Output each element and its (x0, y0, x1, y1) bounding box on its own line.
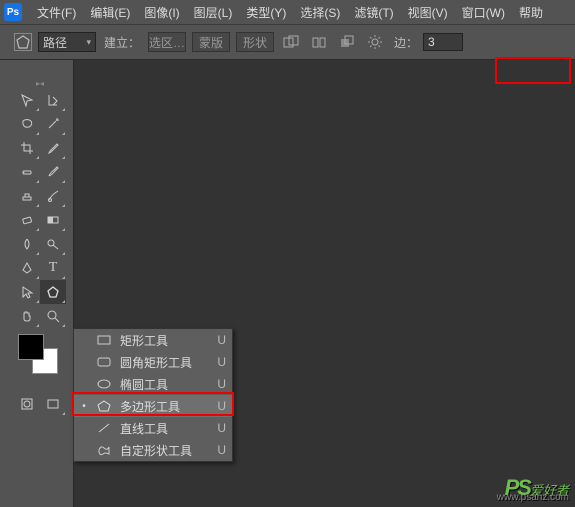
make-shape-button[interactable]: 形状 (236, 32, 274, 52)
flyout-label: 圆角矩形工具 (120, 354, 209, 371)
build-label: 建立： (104, 34, 140, 51)
tool-eraser[interactable] (14, 208, 40, 232)
tool-hand[interactable] (14, 304, 40, 328)
tool-type[interactable]: T (40, 256, 66, 280)
tool-screenmode[interactable] (40, 392, 66, 416)
flyout-item-roundrect[interactable]: 圆角矩形工具 U (74, 351, 232, 373)
flyout-shortcut: U (217, 399, 226, 413)
shape-tool-flyout: 矩形工具 U 圆角矩形工具 U 椭圆工具 U • 多边形工具 U 直线工具 U (73, 328, 233, 462)
color-swatches[interactable] (18, 334, 58, 374)
tool-pen[interactable] (14, 256, 40, 280)
flyout-shortcut: U (217, 443, 226, 457)
tool-magic-wand[interactable] (40, 112, 66, 136)
gear-icon[interactable] (364, 31, 386, 53)
flyout-label: 矩形工具 (120, 332, 209, 349)
flyout-shortcut: U (217, 333, 226, 347)
flyout-shortcut: U (217, 421, 226, 435)
path-align-icon[interactable] (308, 31, 330, 53)
tool-healing-brush[interactable] (14, 160, 40, 184)
tool-clone-stamp[interactable] (14, 184, 40, 208)
menu-edit[interactable]: 编辑(E) (83, 4, 137, 21)
tool-lasso[interactable] (14, 112, 40, 136)
tool-quickmask[interactable] (14, 392, 40, 416)
app-logo: Ps (4, 3, 22, 21)
flyout-shortcut: U (217, 355, 226, 369)
tool-zoom[interactable] (40, 304, 66, 328)
polygon-icon (96, 399, 112, 413)
flyout-shortcut: U (217, 377, 226, 391)
ellipse-icon (96, 377, 112, 391)
tool-dodge[interactable] (40, 232, 66, 256)
menu-filter[interactable]: 滤镜(T) (347, 4, 400, 21)
tool-mode-dropdown[interactable]: 路径 ▾ (38, 32, 96, 52)
tool-history-brush[interactable] (40, 184, 66, 208)
line-icon (96, 421, 112, 435)
make-selection-button[interactable]: 选区… (148, 32, 186, 52)
foreground-color[interactable] (18, 334, 44, 360)
sides-input[interactable] (423, 33, 463, 51)
options-bar: 路径 ▾ 建立： 选区… 蒙版 形状 边： (0, 24, 575, 60)
tool-move[interactable] (14, 88, 40, 112)
sides-label: 边： (394, 34, 418, 51)
menubar: Ps 文件(F) 编辑(E) 图像(I) 图层(L) 类型(Y) 选择(S) 滤… (0, 0, 575, 24)
tool-crop[interactable] (14, 136, 40, 160)
tool-shape[interactable] (40, 280, 66, 304)
menu-type[interactable]: 类型(Y) (239, 4, 293, 21)
menu-select[interactable]: 选择(S) (293, 4, 347, 21)
flyout-label: 多边形工具 (120, 398, 209, 415)
make-mask-button[interactable]: 蒙版 (192, 32, 230, 52)
watermark-url: www.psahz.com (497, 492, 569, 503)
tool-mode-value: 路径 (43, 34, 67, 51)
toolbox-grip[interactable]: ▸◂ (14, 78, 66, 88)
rectangle-icon (96, 333, 112, 347)
tool-brush[interactable] (40, 160, 66, 184)
flyout-item-line[interactable]: 直线工具 U (74, 417, 232, 439)
tool-eyedropper[interactable] (40, 136, 66, 160)
path-arrange-icon[interactable] (336, 31, 358, 53)
watermark: PS爱好者 www.psahz.com (505, 475, 569, 501)
tool-blur[interactable] (14, 232, 40, 256)
rounded-rectangle-icon (96, 355, 112, 369)
flyout-item-rectangle[interactable]: 矩形工具 U (74, 329, 232, 351)
custom-shape-icon (96, 443, 112, 457)
flyout-label: 自定形状工具 (120, 442, 209, 459)
tool-artboard[interactable] (40, 88, 66, 112)
flyout-label: 椭圆工具 (120, 376, 209, 393)
menu-file[interactable]: 文件(F) (30, 4, 83, 21)
menu-view[interactable]: 视图(V) (401, 4, 455, 21)
tool-gradient[interactable] (40, 208, 66, 232)
menu-window[interactable]: 窗口(W) (455, 4, 512, 21)
toolbox: ▸◂ T (14, 78, 66, 416)
menu-help[interactable]: 帮助 (512, 4, 550, 21)
selected-dot: • (80, 401, 88, 412)
flyout-item-ellipse[interactable]: 椭圆工具 U (74, 373, 232, 395)
current-tool-icon[interactable] (14, 33, 32, 51)
menu-layer[interactable]: 图层(L) (187, 4, 240, 21)
flyout-label: 直线工具 (120, 420, 209, 437)
tool-path-selection[interactable] (14, 280, 40, 304)
flyout-item-polygon[interactable]: • 多边形工具 U (74, 395, 232, 417)
flyout-item-custom[interactable]: 自定形状工具 U (74, 439, 232, 461)
chevron-down-icon: ▾ (86, 37, 91, 48)
path-op-combine-icon[interactable] (280, 31, 302, 53)
menu-image[interactable]: 图像(I) (137, 4, 186, 21)
